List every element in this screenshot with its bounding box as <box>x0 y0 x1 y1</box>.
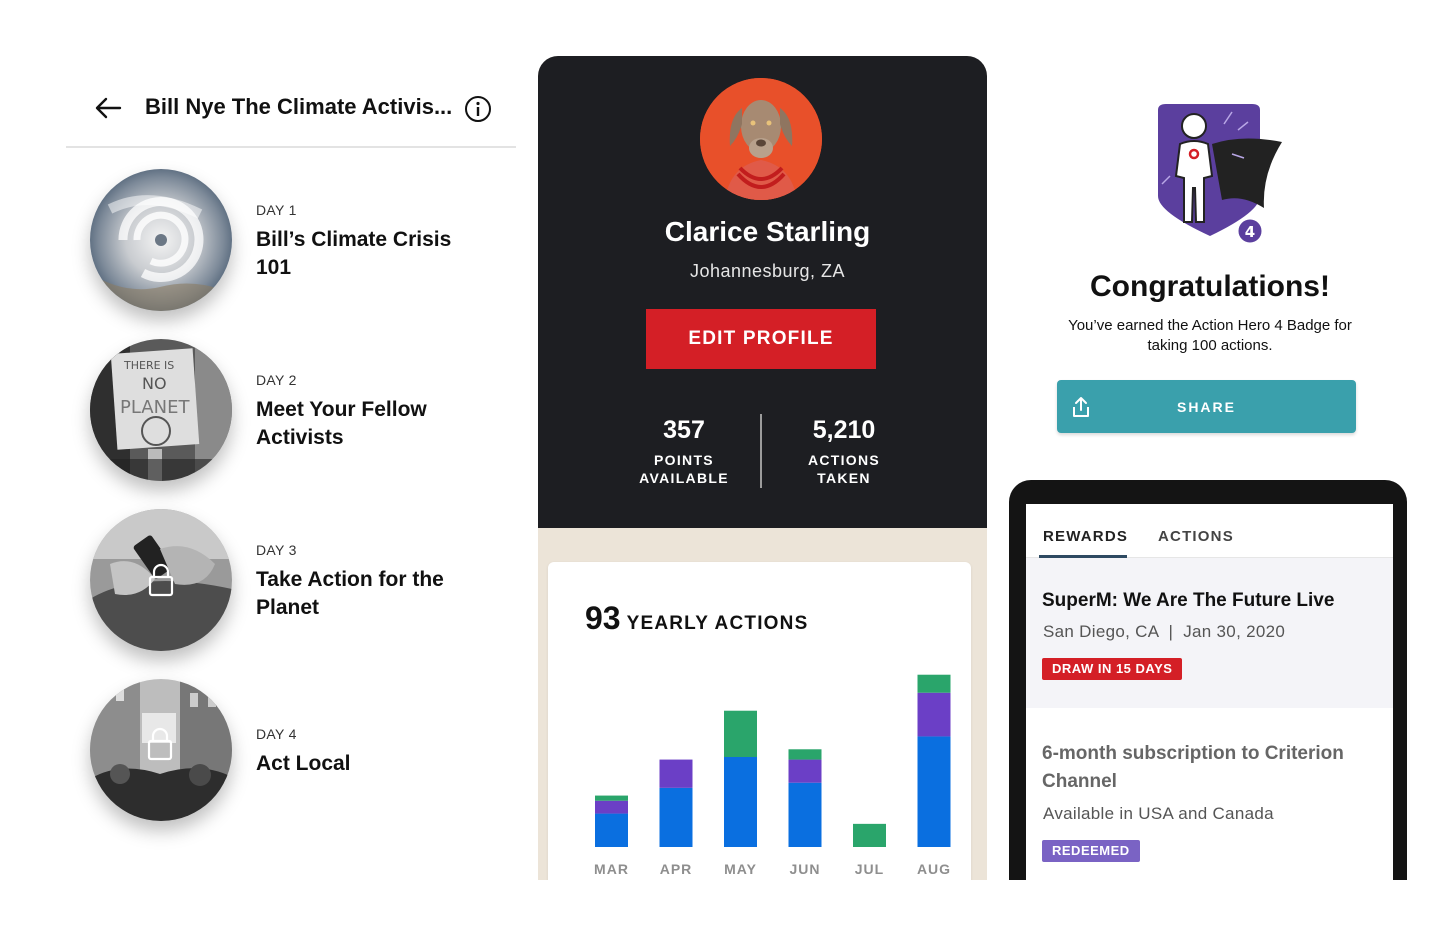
bar-apr-segment-1 <box>659 787 693 847</box>
x-tick-label: JUL <box>855 861 884 877</box>
bar-aug-segment-3 <box>917 674 951 693</box>
reward-item[interactable]: 6-month subscription to Criterion Channe… <box>1026 708 1393 880</box>
yearly-actions-card: 93 YEARLY ACTIONS MAR APR MAY JUN JUL AUG <box>548 562 971 880</box>
actions-label-line1: ACTIONS <box>807 452 881 468</box>
bar-jul-segment-3 <box>853 823 886 847</box>
bar-aug-segment-2 <box>917 692 951 737</box>
day-item-1[interactable]: DAY 1 Bill’s Climate Crisis 101 <box>90 169 510 315</box>
actions-value: 5,210 <box>812 416 876 444</box>
share-button[interactable]: SHARE <box>1057 380 1356 433</box>
congrats-message: You’ve earned the Action Hero 4 Badge fo… <box>1068 317 1352 354</box>
avatar[interactable] <box>700 78 822 200</box>
bar-may-segment-1 <box>724 757 757 847</box>
course-panel: Bill Nye The Climate Activis... DAY 1 Bi… <box>66 70 516 870</box>
day-title: Take Action for the Planet <box>256 568 444 619</box>
hands-phone-image <box>90 509 232 651</box>
profile-panel: Clarice Starling Johannesburg, ZA EDIT P… <box>538 56 987 880</box>
hurricane-image <box>90 169 232 311</box>
x-tick-label: APR <box>660 861 693 877</box>
bar-aug-segment-1 <box>917 736 951 847</box>
stats-divider <box>760 414 762 488</box>
bar-jun-segment-2 <box>788 759 822 783</box>
share-label: SHARE <box>1176 399 1236 415</box>
points-value: 357 <box>663 416 705 444</box>
x-tick-label: MAY <box>724 861 757 877</box>
reward-status-badge: REDEEMED <box>1042 840 1140 862</box>
profile-location: Johannesburg, ZA <box>689 261 846 281</box>
reward-subtitle: Available in USA and Canada <box>1043 804 1274 823</box>
badge-level: 4 <box>1245 223 1255 241</box>
congrats-panel: 4 Congratulations! You’ve earned the Act… <box>1040 100 1380 440</box>
bar-mar-segment-3 <box>595 795 628 801</box>
tabs-bar: REWARDS ACTIONS <box>1026 504 1393 558</box>
protest-sign-image: THERE IS NO PLANET <box>90 339 232 481</box>
yearly-actions-chart: MAR APR MAY JUN JUL AUG <box>594 674 951 877</box>
course-title: Bill Nye The Climate Activis... <box>145 94 453 119</box>
congrats-title: Congratulations! <box>1090 270 1330 303</box>
actions-label: ACTIONS TAKEN <box>769 451 919 487</box>
edit-profile-button[interactable]: EDIT PROFILE <box>646 309 876 369</box>
day-label: DAY 4 <box>256 726 297 742</box>
rewards-phone: REWARDS ACTIONS SuperM: We Are The Futur… <box>1009 480 1407 880</box>
bar-jun-segment-1 <box>788 782 822 847</box>
x-tick-label: JUN <box>789 861 820 877</box>
points-label: POINTS AVAILABLE <box>609 451 759 487</box>
day-title: Meet Your Fellow Activists <box>256 398 427 449</box>
x-tick-label: MAR <box>594 861 629 877</box>
course-header: Bill Nye The Climate Activis... <box>66 70 516 148</box>
reward-subtitle: San Diego, CA | Jan 30, 2020 <box>1043 622 1286 641</box>
bar-mar-segment-2 <box>595 800 628 814</box>
bar-may-segment-3 <box>724 710 757 757</box>
reward-item[interactable]: SuperM: We Are The Future Live San Diego… <box>1026 558 1393 708</box>
svg-text:THERE IS: THERE IS <box>123 359 174 372</box>
day-title: Bill’s Climate Crisis 101 <box>256 228 452 279</box>
profile-header: Clarice Starling Johannesburg, ZA EDIT P… <box>538 56 987 528</box>
tab-actions[interactable]: ACTIONS <box>1158 528 1234 545</box>
bar-mar-segment-1 <box>595 813 628 847</box>
back-arrow-icon[interactable] <box>92 94 124 122</box>
actions-stat: 5,210 ACTIONS TAKEN <box>769 416 919 487</box>
day-label: DAY 1 <box>256 202 297 218</box>
info-icon[interactable] <box>464 95 492 123</box>
rewards-screen: REWARDS ACTIONS SuperM: We Are The Futur… <box>1026 504 1393 880</box>
points-label-line2: AVAILABLE <box>639 470 729 486</box>
bar-apr-segment-2 <box>659 759 693 788</box>
reward-title: SuperM: We Are The Future Live <box>1042 590 1335 611</box>
points-stat: 357 POINTS AVAILABLE <box>609 416 759 487</box>
x-tick-label: AUG <box>917 861 951 877</box>
street-protest-image <box>90 679 232 821</box>
day-label: DAY 2 <box>256 372 297 388</box>
points-label-line1: POINTS <box>654 452 714 468</box>
day-title: Act Local <box>256 752 351 775</box>
tab-rewards[interactable]: REWARDS <box>1043 528 1128 545</box>
svg-text:PLANET: PLANET <box>120 397 190 418</box>
reward-status-badge: DRAW IN 15 DAYS <box>1042 658 1183 680</box>
bar-jun-segment-3 <box>788 749 822 760</box>
day-item-2[interactable]: THERE IS NO PLANET DAY 2 Meet Your Fello… <box>90 339 510 485</box>
svg-text:NO: NO <box>142 374 167 393</box>
profile-name: Clarice Starling <box>664 216 871 247</box>
day-label: DAY 3 <box>256 542 297 558</box>
actions-label-line2: TAKEN <box>817 470 871 486</box>
reward-title: 6-month subscription to Criterion Channe… <box>1042 743 1344 792</box>
action-hero-badge-icon: 4 <box>1158 104 1282 246</box>
day-item-3[interactable]: DAY 3 Take Action for the Planet <box>90 509 510 655</box>
day-item-4[interactable]: DAY 4 Act Local <box>90 679 510 825</box>
